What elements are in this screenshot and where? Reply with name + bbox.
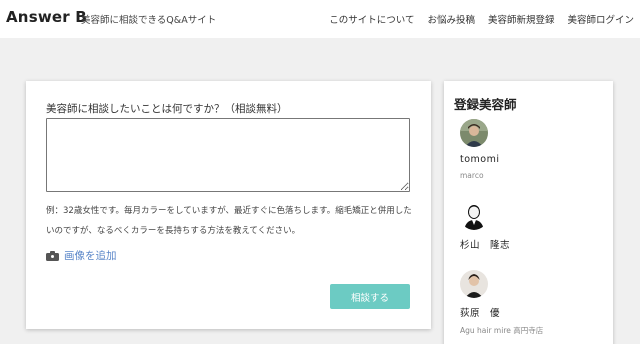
add-image-label: 画像を追加 <box>64 250 117 262</box>
main-nav: このサイトについて お悩み投稿 美容師新規登録 美容師ログイン <box>329 12 634 26</box>
camera-icon <box>46 250 59 261</box>
stylist-name: tomomi <box>460 154 500 165</box>
site-header: Answer B 美容師に相談できるQ&Aサイト このサイトについて お悩み投稿… <box>0 0 640 38</box>
nav-about[interactable]: このサイトについて <box>329 12 414 26</box>
registered-stylists-card: 登録美容師 tomomi marco 杉山 隆志 荻原 優 Agu hair m… <box>444 81 613 344</box>
question-label: 美容師に相談したいことは何ですか？（相談無料） <box>46 103 288 115</box>
stylist-item[interactable]: tomomi marco <box>460 119 610 180</box>
stylist-item[interactable]: 杉山 隆志 <box>460 202 610 251</box>
stylist-name: 荻原 優 <box>460 308 501 319</box>
stylist-avatar <box>460 119 488 147</box>
sidebar-title: 登録美容師 <box>454 97 517 112</box>
add-image-link[interactable]: 画像を追加 <box>46 248 117 263</box>
submit-consultation-button[interactable]: 相談する <box>330 284 410 309</box>
site-logo[interactable]: Answer B <box>6 8 87 26</box>
consultation-form-card: 美容師に相談したいことは何ですか？（相談無料） 例：32歳女性です。毎月カラーを… <box>26 81 431 329</box>
stylist-avatar <box>460 270 488 298</box>
stylist-name: 杉山 隆志 <box>460 240 511 251</box>
stylist-item[interactable]: 荻原 優 Agu hair mire 高円寺店 <box>460 270 610 336</box>
nav-post-concern[interactable]: お悩み投稿 <box>427 12 475 26</box>
stylist-salon: marco <box>460 171 484 180</box>
site-tagline: 美容師に相談できるQ&Aサイト <box>81 15 217 26</box>
question-textarea[interactable] <box>46 118 410 192</box>
stylist-salon: Agu hair mire 高円寺店 <box>460 326 544 335</box>
stylist-avatar <box>460 202 488 230</box>
example-text: 例：32歳女性です。毎月カラーをしていますが、最近すぐに色落ちします。縮毛矯正と… <box>46 206 412 236</box>
nav-stylist-signup[interactable]: 美容師新規登録 <box>488 12 555 26</box>
nav-stylist-login[interactable]: 美容師ログイン <box>567 12 634 26</box>
